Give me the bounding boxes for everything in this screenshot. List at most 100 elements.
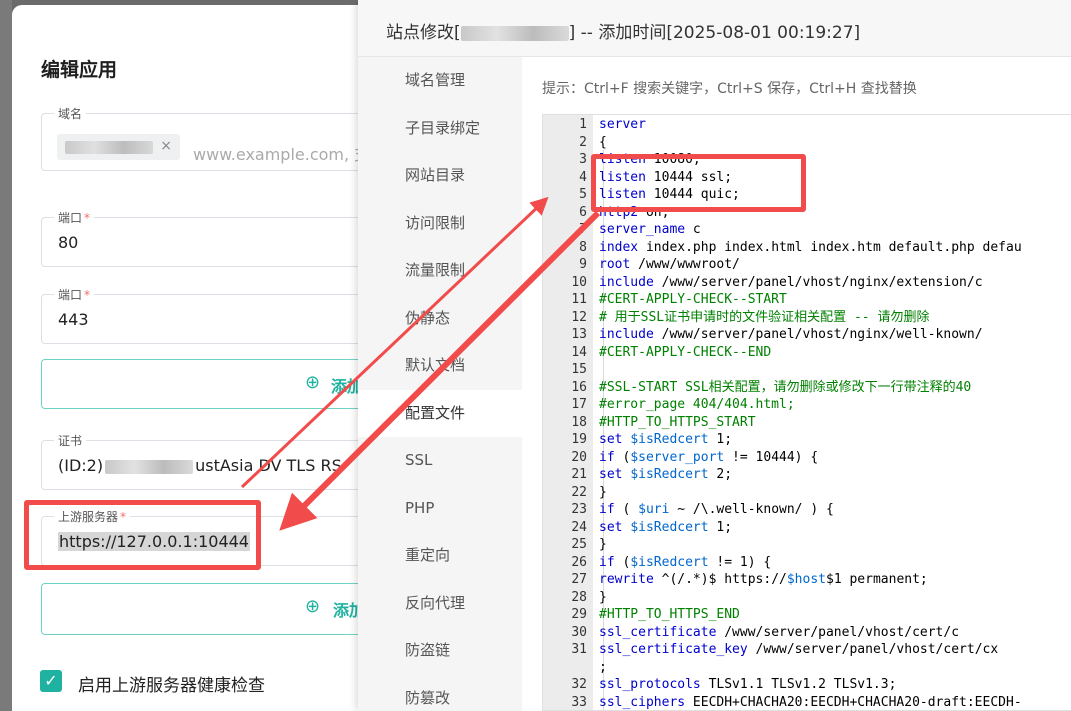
code-text: ssl_certificate /www/server/panel/vhost/… [599, 624, 960, 640]
code-line[interactable]: 28 } [543, 589, 1071, 607]
port-field-1[interactable]: 端口 * 80 [41, 209, 381, 267]
code-line[interactable]: 14 #CERT-APPLY-CHECK--END [543, 344, 1071, 362]
code-line[interactable]: ; [543, 659, 1071, 677]
code-line[interactable]: 20 if ($server_port != 10444) { [543, 449, 1071, 467]
code-text: #SSL-START SSL相关配置，请勿删除或修改下一行带注释的40 [599, 379, 972, 395]
nav-item[interactable]: 子目录绑定 [358, 105, 522, 152]
line-number: 16 [571, 379, 587, 395]
add-port-button[interactable]: ⊕ 添加 [41, 359, 381, 409]
code-text: set $isRedcert 1; [599, 432, 733, 447]
code-line[interactable]: 9 root /www/wwwroot/ [543, 256, 1071, 274]
code-line[interactable]: 29 #HTTP_TO_HTTPS_END [543, 606, 1071, 624]
line-number: 18 [571, 414, 587, 430]
code-line[interactable]: 25 } [543, 536, 1071, 554]
line-number: 1 [579, 117, 587, 132]
code-text: set $isRedcert 2; [599, 467, 733, 482]
nav-item[interactable]: 流量限制 [358, 247, 522, 294]
line-number: 12 [571, 309, 587, 325]
site-edit-dialog: 站点修改[] -- 添加时间[2025-08-01 00:19:27] 域名管理… [358, 0, 1071, 711]
code-line[interactable]: 30 ssl_certificate /www/server/panel/vho… [543, 624, 1071, 642]
code-line[interactable]: 18 #HTTP_TO_HTTPS_START [543, 414, 1071, 432]
line-number: 14 [571, 344, 587, 360]
nav-item[interactable]: 配置文件 [358, 389, 522, 437]
code-line[interactable]: 17 #error_page 404/404.html; [543, 396, 1071, 414]
line-number: 27 [571, 572, 587, 587]
line-number: 5 [579, 187, 587, 202]
health-check-label: 启用上游服务器健康检查 [78, 676, 265, 696]
code-line[interactable]: 11 #CERT-APPLY-CHECK--START [543, 291, 1071, 309]
code-line[interactable]: 23 if ( $uri ~ /\.well-known/ ) { [543, 501, 1071, 519]
screenshot-root: 编辑应用 域名 × www.example.com, 支 端口 * 80 端口 * … [0, 0, 1071, 711]
redacted-cert [105, 459, 194, 474]
redacted-site-name [460, 25, 569, 41]
nav-item[interactable]: 访问限制 [358, 200, 522, 247]
code-text: { [599, 134, 607, 150]
line-number: 19 [571, 432, 587, 447]
cert-select[interactable]: 证书 (ID:2) ustAsia DV TLS RS [41, 432, 381, 490]
code-line[interactable]: 19 set $isRedcert 1; [543, 431, 1071, 449]
nav-item[interactable]: 默认文档 [358, 342, 522, 389]
code-line[interactable]: 1 server [543, 116, 1071, 134]
nav-item[interactable]: 防篡改 [358, 675, 522, 711]
line-number: 17 [571, 397, 587, 412]
code-line[interactable]: 7 server_name c [543, 221, 1071, 239]
code-text: ssl_certificate_key /www/server/panel/vh… [599, 642, 999, 657]
code-text: } [599, 537, 607, 552]
annotation-box-upstream [24, 500, 261, 570]
code-text: server_name c [599, 222, 701, 237]
code-line[interactable]: 27 rewrite ^(/.*)$ https://$host$1 perma… [543, 571, 1071, 589]
code-line[interactable]: 26 if ($isRedcert != 1) { [543, 554, 1071, 572]
code-line[interactable]: 33 ssl_ciphers EECDH+CHACHA20:EECDH+CHAC… [543, 694, 1071, 711]
code-text: server [599, 117, 646, 132]
line-number: 24 [571, 519, 587, 535]
nav-item[interactable]: 域名管理 [358, 57, 522, 104]
nav-item[interactable]: 防盗链 [358, 627, 522, 674]
line-number: 29 [571, 607, 587, 622]
tag-close-icon[interactable]: × [160, 138, 172, 154]
code-text: } [599, 589, 607, 605]
code-line[interactable]: 21 set $isRedcert 2; [543, 466, 1071, 484]
nav-item[interactable]: PHP [358, 485, 522, 532]
site-settings-nav: 域名管理 子目录绑定 网站目录 访问限制 流量限制 伪静态 默认文档 配置文件 SSL PHP 重定… [358, 57, 522, 711]
cert-label: 证书 [54, 432, 87, 449]
code-line[interactable]: 16 #SSL-START SSL相关配置，请勿删除或修改下一行带注释的40 [543, 379, 1071, 397]
health-check-checkbox[interactable]: ✓ [40, 670, 62, 692]
domain-field[interactable]: 域名 × www.example.com, 支 [41, 105, 381, 171]
line-number: 8 [579, 239, 587, 255]
code-text: if ( $uri ~ /\.well-known/ ) { [599, 502, 834, 517]
code-line[interactable]: 32 ssl_protocols TLSv1.1 TLSv1.2 TLSv1.3… [543, 676, 1071, 694]
nav-item[interactable]: 反向代理 [358, 580, 522, 627]
code-text: root /www/wwwroot/ [599, 257, 740, 272]
code-line[interactable]: 31 ssl_certificate_key /www/server/panel… [543, 641, 1071, 659]
line-number: 32 [571, 677, 587, 692]
nav-item[interactable]: 伪静态 [358, 295, 522, 342]
line-number: 30 [571, 624, 587, 640]
add-upstream-button[interactable]: ⊕ 添加 [41, 583, 381, 635]
line-number: 11 [571, 292, 587, 307]
code-text: #error_page 404/404.html; [599, 397, 795, 412]
port-value-1: 80 [58, 233, 79, 252]
line-number: 31 [571, 642, 587, 657]
nav-item[interactable]: SSL [358, 437, 522, 484]
code-line[interactable]: 8 index index.php index.html index.htm d… [543, 239, 1071, 257]
code-text: #CERT-APPLY-CHECK--START [599, 292, 787, 307]
background-page [0, 0, 12, 711]
code-line[interactable]: 24 set $isRedcert 1; [543, 519, 1071, 537]
code-line[interactable]: 12 # 用于SSL证书申请时的文件验证相关配置 -- 请勿删除 [543, 309, 1071, 327]
nav-item[interactable]: 重定向 [358, 532, 522, 579]
port-label-2: 端口 * [54, 286, 95, 303]
site-edit-title: 站点修改[] -- 添加时间[2025-08-01 00:19:27] [386, 23, 861, 43]
code-line[interactable]: 22 } [543, 484, 1071, 502]
code-line[interactable]: 15 [543, 361, 1071, 379]
dialog-header: 站点修改[] -- 添加时间[2025-08-01 00:19:27] [358, 0, 1071, 57]
code-line[interactable]: 13 include /www/server/panel/vhost/nginx… [543, 326, 1071, 344]
code-text: #HTTP_TO_HTTPS_START [599, 414, 756, 430]
nav-item[interactable]: 网站目录 [358, 152, 522, 199]
line-number: 3 [579, 152, 587, 167]
code-line[interactable]: 2{ [543, 134, 1071, 152]
port-field-2[interactable]: 端口 * 443 [41, 286, 381, 344]
dialog-title: 编辑应用 [41, 59, 118, 81]
code-line[interactable]: 10 include /www/server/panel/vhost/nginx… [543, 274, 1071, 292]
plus-circle-icon: ⊕ [305, 372, 321, 393]
domain-tag: × [57, 134, 180, 160]
